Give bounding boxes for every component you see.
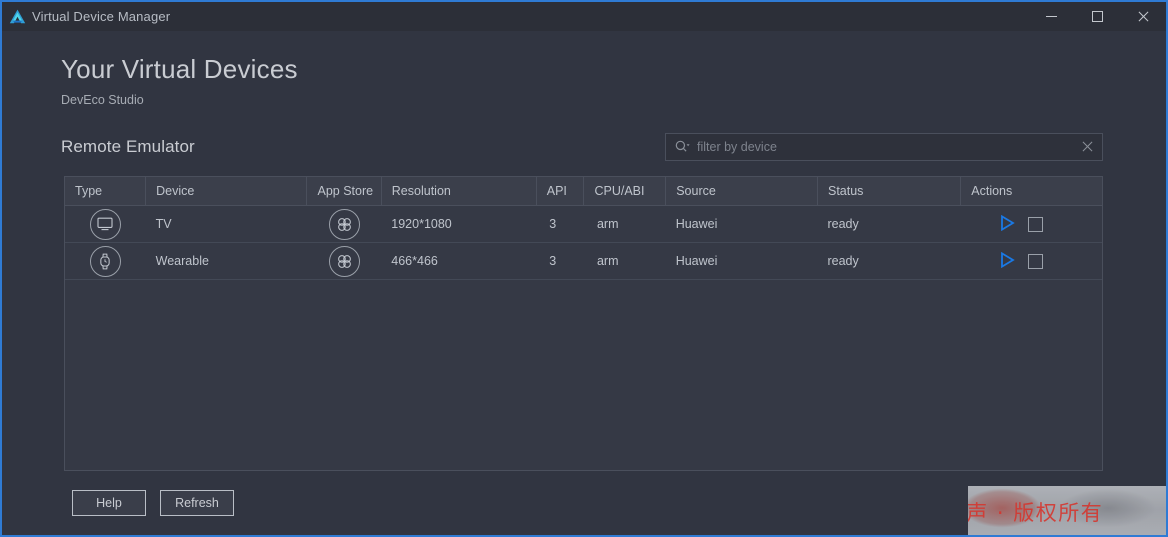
appgallery-icon [328,208,360,240]
search-input[interactable] [697,139,1074,154]
stop-icon[interactable] [1027,216,1043,232]
minimize-icon [1045,16,1057,17]
cell-cpu-abi: arm [583,205,666,244]
devices-table: Type Device App Store Resolution API CPU… [64,175,1103,471]
column-header-type[interactable]: Type [65,176,147,207]
maximize-button[interactable] [1074,2,1120,31]
play-icon[interactable] [1000,214,1015,234]
window-title: Virtual Device Manager [32,9,171,24]
column-header-api[interactable]: API [536,176,585,207]
cell-app-store [306,242,382,281]
cell-type [65,242,146,281]
column-header-resolution[interactable]: Resolution [381,176,537,207]
close-button[interactable] [1120,2,1166,31]
tv-icon [89,208,121,240]
column-header-source[interactable]: Source [665,176,818,207]
table-header-row: Type Device App Store Resolution API CPU… [65,176,1102,207]
refresh-button[interactable]: Refresh [160,489,234,516]
column-header-actions[interactable]: Actions [960,176,1102,207]
filter-search-box[interactable] [665,132,1103,161]
table-row[interactable]: Wearable 466*466 3 arm Huawei ready [65,242,1102,281]
search-icon[interactable] [675,140,690,153]
cell-resolution: 466*466 [381,242,537,281]
column-header-app-store[interactable]: App Store [306,176,382,207]
appgallery-icon [328,245,360,277]
cell-source: Huawei [665,242,818,281]
cell-device: Wearable [145,242,307,281]
window-controls [1028,2,1166,31]
cell-actions [960,205,1102,244]
cell-app-store [306,205,382,244]
cell-api: 3 [536,205,584,244]
footer-buttons: Help Refresh [72,489,1166,516]
clear-search-icon[interactable] [1081,140,1094,153]
table-row[interactable]: TV 1920*1080 3 arm Huawei ready [65,205,1102,244]
maximize-icon [1091,11,1103,22]
close-icon [1137,11,1149,23]
help-button[interactable]: Help [72,489,146,516]
watch-icon [89,245,121,277]
cell-resolution: 1920*1080 [381,205,537,244]
header-block: Your Virtual Devices DevEco Studio [2,31,1166,107]
cell-actions [960,242,1102,281]
section-title: Remote Emulator [61,136,195,156]
virtual-device-manager-window: Virtual Device Manager Your Virtual Devi… [0,0,1168,537]
cell-device: TV [145,205,307,244]
cell-status: ready [817,205,961,244]
minimize-button[interactable] [1028,2,1074,31]
column-header-status[interactable]: Status [817,176,962,207]
main-content: Your Virtual Devices DevEco Studio Remot… [2,31,1166,535]
section-row: Remote Emulator [2,132,1166,162]
play-icon[interactable] [1000,251,1015,271]
cell-api: 3 [536,242,584,281]
column-header-device[interactable]: Device [145,176,308,207]
cell-source: Huawei [665,205,818,244]
table-body: TV 1920*1080 3 arm Huawei ready Wearable… [65,205,1102,281]
deveco-logo-icon [2,2,32,31]
table-header: Type Device App Store Resolution API CPU… [65,176,1102,207]
cell-status: ready [817,242,961,281]
page-title: Your Virtual Devices [61,54,298,84]
page-subtitle: DevEco Studio [61,92,144,107]
cell-cpu-abi: arm [583,242,666,281]
stop-icon[interactable] [1027,253,1043,269]
column-header-cpu-abi[interactable]: CPU/ABI [583,176,667,207]
cell-type [65,205,146,244]
title-bar: Virtual Device Manager [2,2,1166,31]
